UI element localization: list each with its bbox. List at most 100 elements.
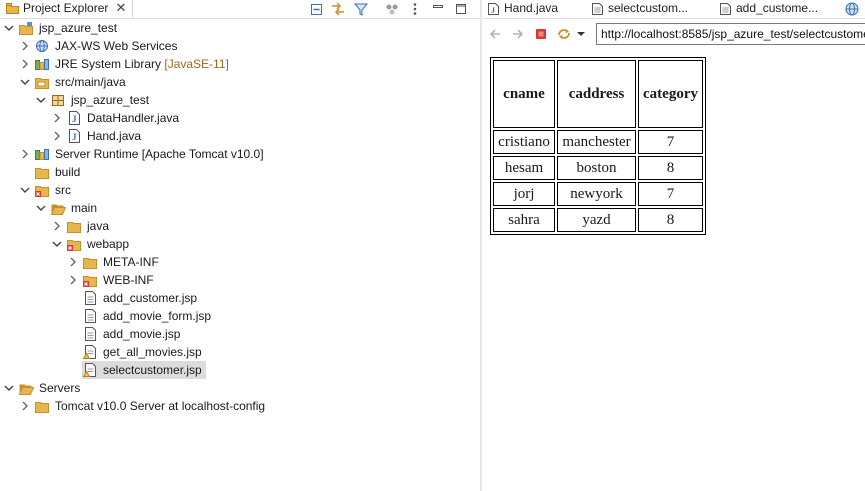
tree-item-text: jsp_azure_test	[39, 21, 118, 35]
tree-item[interactable]: Servers	[0, 379, 480, 397]
chevron-down-icon[interactable]	[4, 23, 14, 33]
svg-text:J: J	[72, 114, 77, 124]
jsp-file-icon	[85, 327, 96, 341]
tree-item-label: META-INF	[103, 255, 159, 269]
editor-tab-bar: J Hand.java selectcustom... add_custome.…	[482, 0, 865, 18]
link-with-editor-icon[interactable]	[330, 1, 346, 17]
jsp-file-icon	[85, 309, 96, 323]
cell-category: 7	[638, 182, 703, 206]
internal-browser-editor: J Hand.java selectcustom... add_custome.…	[482, 0, 865, 491]
tab-hand-java[interactable]: J Hand.java	[482, 0, 586, 18]
tree-item[interactable]: J Hand.java	[0, 127, 480, 145]
tree-item[interactable]: jsp_azure_test	[0, 91, 480, 109]
tree-item[interactable]: get_all_movies.jsp	[0, 343, 480, 361]
chevron-right-icon[interactable]	[20, 41, 30, 51]
tree-item[interactable]: JRE System Library [JavaSE-11]	[0, 55, 480, 73]
tree-item[interactable]: build	[0, 163, 480, 181]
tree-item-text: DataHandler.java	[87, 111, 180, 125]
tree-item[interactable]: add_movie_form.jsp	[0, 307, 480, 325]
chevron-right-icon[interactable]	[68, 257, 78, 267]
tree-item[interactable]: main	[0, 199, 480, 217]
tree-item-label: add_movie_form.jsp	[103, 309, 211, 323]
back-icon[interactable]	[487, 26, 503, 42]
maximize-icon[interactable]	[453, 1, 469, 17]
tree-item-label: Tomcat v10.0 Server at localhost-config	[55, 399, 265, 413]
tree-item-label: build	[55, 165, 80, 179]
tree-item[interactable]: add_movie.jsp	[0, 325, 480, 343]
chevron-down-icon[interactable]	[4, 383, 14, 393]
tree-item-label: JAX-WS Web Services	[55, 39, 177, 53]
chevron-down-icon[interactable]	[52, 239, 62, 249]
web-browser-icon[interactable]	[844, 1, 860, 17]
folder-icon	[35, 402, 49, 413]
tree-item[interactable]: selectcustomer.jsp	[0, 361, 480, 379]
tree-item-text: Server Runtime [Apache Tomcat v10.0]	[55, 147, 264, 161]
project-explorer-tab[interactable]: Project Explorer ✕	[0, 0, 133, 18]
tree-item-label: DataHandler.java	[87, 111, 179, 125]
cell-caddress: boston	[557, 156, 636, 180]
tree-item[interactable]: META-INF	[0, 253, 480, 271]
filter-icon[interactable]	[353, 1, 369, 17]
browser-toolbar	[482, 19, 865, 49]
minimize-icon[interactable]	[430, 1, 446, 17]
tree-item-text: main	[71, 201, 98, 215]
tree-item-label: src	[55, 183, 71, 197]
jsp-file-icon	[592, 3, 603, 15]
tree-item-label: get_all_movies.jsp	[103, 345, 202, 359]
chevron-down-icon[interactable]	[20, 77, 30, 87]
column-header: cname	[493, 60, 555, 128]
tab-selectcustomer[interactable]: selectcustom...	[586, 0, 714, 18]
tree-item[interactable]: J DataHandler.java	[0, 109, 480, 127]
url-input[interactable]	[596, 23, 865, 45]
browser-content: cname caddress category cristiano manche…	[482, 49, 865, 491]
chevron-down-icon[interactable]	[36, 203, 46, 213]
svg-text:J: J	[72, 132, 77, 142]
tree-item[interactable]: jsp_azure_test	[0, 19, 480, 37]
tree-item[interactable]: src	[0, 181, 480, 199]
table-row: hesam boston 8	[493, 156, 703, 180]
stop-icon[interactable]	[533, 26, 549, 42]
chevron-right-icon[interactable]	[20, 149, 30, 159]
tree-item-text: jsp_azure_test	[71, 93, 150, 107]
chevron-right-icon[interactable]	[52, 131, 62, 141]
jsp-file-warning-icon	[82, 363, 96, 377]
tree-item[interactable]: Tomcat v10.0 Server at localhost-config	[0, 397, 480, 415]
tree-item[interactable]: add_customer.jsp	[0, 289, 480, 307]
cell-caddress: manchester	[557, 130, 636, 154]
chevron-right-icon[interactable]	[52, 113, 62, 123]
forward-icon[interactable]	[510, 26, 526, 42]
tab-add-customer[interactable]: add_custome...	[714, 0, 844, 18]
tree-item[interactable]: WEB-INF	[0, 271, 480, 289]
svg-text:J: J	[491, 6, 495, 15]
tree-item[interactable]: src/main/java	[0, 73, 480, 91]
refresh-icon[interactable]	[556, 26, 572, 42]
chevron-down-icon[interactable]	[20, 185, 30, 195]
tab-label: selectcustom...	[608, 1, 689, 15]
jsp-file-warning-icon	[82, 345, 96, 359]
tree-item-text: META-INF	[103, 255, 159, 269]
view-menu-icon[interactable]	[407, 1, 423, 17]
table-header-row: cname caddress category	[493, 60, 703, 128]
library-icon	[35, 59, 49, 70]
tree-item-decoration: [JavaSE-11]	[164, 57, 229, 71]
tree-item-label: Server Runtime [Apache Tomcat v10.0]	[55, 147, 264, 161]
focus-icon[interactable]	[384, 1, 400, 17]
chevron-right-icon[interactable]	[20, 401, 30, 411]
chevron-down-icon[interactable]	[36, 95, 46, 105]
tree-item[interactable]: webapp	[0, 235, 480, 253]
chevron-right-icon[interactable]	[68, 275, 78, 285]
chevron-right-icon[interactable]	[52, 221, 62, 231]
tree-item[interactable]: Server Runtime [Apache Tomcat v10.0]	[0, 145, 480, 163]
cell-cname: sahra	[493, 208, 555, 232]
source-folder-icon	[35, 78, 49, 89]
close-tab-icon[interactable]: ✕	[114, 1, 128, 15]
tree-item[interactable]: JAX-WS Web Services	[0, 37, 480, 55]
tree-item[interactable]: java	[0, 217, 480, 235]
collapse-all-icon[interactable]	[308, 1, 324, 17]
folder-open-icon	[18, 384, 34, 395]
cell-category: 8	[638, 156, 703, 180]
chevron-right-icon[interactable]	[20, 59, 30, 69]
tree-item-label: add_movie.jsp	[103, 327, 180, 341]
chevron-down-icon[interactable]	[576, 26, 586, 42]
tree-item-label: add_customer.jsp	[103, 291, 197, 305]
